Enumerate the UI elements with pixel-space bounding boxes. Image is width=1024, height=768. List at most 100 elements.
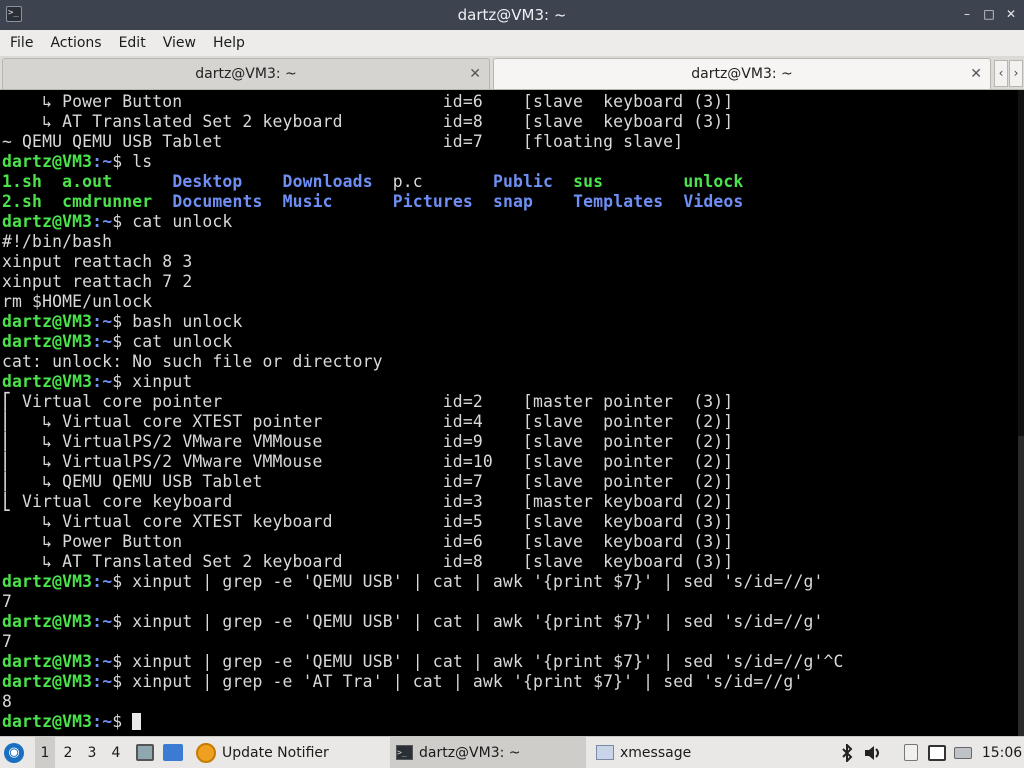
prompt-symbol: $ — [112, 372, 133, 391]
terminal-output-line: ↳ Power Button id=6 [slave keyboard (3)] — [2, 92, 734, 111]
tab-scroll-right-icon[interactable]: › — [1009, 60, 1023, 87]
terminal-output-line: ↳ Power Button id=6 [slave keyboard (3)] — [2, 532, 734, 551]
prompt-symbol: $ — [112, 312, 133, 331]
terminal-output-line: ~ QEMU QEMU USB Tablet id=7 [floating sl… — [2, 132, 684, 151]
task-terminal[interactable]: >_ dartz@VM3: ~ — [390, 737, 586, 768]
terminal-command-line: dartz@VM3:~$ ls — [2, 152, 844, 172]
workspace-3[interactable]: 3 — [82, 737, 102, 768]
prompt-user: dartz@VM3 — [2, 372, 93, 391]
maximize-icon[interactable]: □ — [982, 7, 996, 21]
prompt-path: :~ — [92, 312, 113, 331]
terminal-command-line: dartz@VM3:~$ xinput — [2, 372, 844, 392]
close-icon[interactable]: ✕ — [1004, 7, 1018, 21]
ls-output-line: 1.sh a.out Desktop Downloads p.c Public … — [2, 172, 844, 192]
tab-scroll-left-icon[interactable]: ‹ — [994, 60, 1008, 87]
directory-entry: Downloads — [282, 172, 373, 191]
close-tab-icon[interactable]: ✕ — [469, 66, 481, 82]
command-text: xinput | grep -e 'AT Tra' | cat | awk '{… — [132, 672, 804, 691]
command-text: ls — [132, 152, 153, 171]
terminal-output[interactable]: ↳ Power Button id=6 [slave keyboard (3)]… — [0, 90, 1024, 736]
window-title: dartz@VM3: ~ — [457, 6, 567, 24]
terminal-output-line: cat: unlock: No such file or directory — [2, 352, 383, 371]
file-entry — [603, 172, 683, 191]
directory-entry: Templates — [573, 192, 664, 211]
scrollbar-thumb[interactable] — [1018, 436, 1024, 736]
menu-help[interactable]: Help — [206, 35, 252, 51]
file-manager-icon — [136, 744, 154, 761]
directory-entry: snap — [492, 192, 534, 211]
menu-bar: File Actions Edit View Help — [0, 30, 1024, 56]
prompt-user: dartz@VM3 — [2, 152, 93, 171]
menu-file[interactable]: File — [3, 35, 40, 51]
terminal-output-line: ⎜ ↳ QEMU QEMU USB Tablet id=7 [slave poi… — [2, 472, 734, 491]
executable-entry: a.out — [62, 172, 113, 191]
taskbar: ◉ 1 2 3 4 Update Notifier >_ dartz@VM3: … — [0, 736, 1024, 768]
terminal-output-line: 7 — [2, 592, 13, 611]
workspace-2[interactable]: 2 — [58, 737, 78, 768]
drive-glyph — [954, 746, 972, 759]
task-label: xmessage — [620, 744, 692, 761]
command-text: xinput | grep -e 'QEMU USB' | cat | awk … — [132, 572, 824, 591]
network-icon[interactable] — [926, 737, 948, 768]
text-cursor[interactable] — [132, 713, 142, 730]
terminal-command-line: dartz@VM3:~$ xinput | grep -e 'QEMU USB'… — [2, 572, 844, 592]
start-menu-button[interactable]: ◉ — [4, 737, 28, 768]
terminal-output-line: xinput reattach 8 3 — [2, 252, 193, 271]
terminal-lines: ↳ Power Button id=6 [slave keyboard (3)]… — [2, 92, 844, 732]
clipboard-icon[interactable] — [900, 737, 922, 768]
terminal-command-line: dartz@VM3:~$ — [2, 712, 844, 732]
menu-view[interactable]: View — [156, 35, 203, 51]
clock[interactable]: 15:06 — [980, 737, 1024, 768]
update-notifier-icon — [196, 742, 216, 763]
file-entry — [333, 192, 393, 211]
volume-icon[interactable] — [862, 737, 884, 768]
terminal-output-line: ⎜ ↳ Virtual core XTEST pointer id=4 [sla… — [2, 412, 734, 431]
terminal-command-line: dartz@VM3:~$ cat unlock — [2, 212, 844, 232]
clipboard-glyph — [904, 744, 918, 761]
prompt-path: :~ — [92, 152, 113, 171]
file-entry — [263, 192, 283, 211]
directory-entry: Pictures — [392, 192, 473, 211]
lubuntu-logo-icon: ◉ — [4, 742, 24, 763]
tab-terminal-1[interactable]: dartz@VM3: ~ ✕ — [2, 58, 490, 89]
file-entry — [42, 172, 62, 191]
tab-terminal-2[interactable]: dartz@VM3: ~ ✕ — [493, 58, 991, 89]
prompt-symbol: $ — [112, 332, 133, 351]
directory-entry: Videos — [683, 192, 744, 211]
file-entry — [42, 192, 62, 211]
terminal-output-line: ⎣ Virtual core keyboard id=3 [master key… — [2, 492, 734, 511]
menu-actions[interactable]: Actions — [43, 35, 108, 51]
executable-entry: unlock — [683, 172, 744, 191]
close-tab-icon[interactable]: ✕ — [970, 66, 982, 82]
show-desktop-icon — [163, 744, 183, 761]
prompt-symbol: $ — [112, 212, 133, 231]
ls-output-line: 2.sh cmdrunner Documents Music Pictures … — [2, 192, 844, 212]
prompt-path: :~ — [92, 572, 113, 591]
task-label: dartz@VM3: ~ — [419, 744, 521, 761]
tab-label: dartz@VM3: ~ — [195, 66, 297, 82]
file-entry — [112, 172, 172, 191]
executable-entry: 1.sh — [2, 172, 43, 191]
file-manager-launcher[interactable] — [134, 737, 156, 768]
window-titlebar[interactable]: >_ dartz@VM3: ~ – □ ✕ — [0, 0, 1024, 30]
menu-edit[interactable]: Edit — [112, 35, 153, 51]
removable-drive-icon[interactable] — [952, 737, 974, 768]
file-entry — [423, 172, 493, 191]
workspace-1[interactable]: 1 — [35, 737, 55, 768]
prompt-path: :~ — [92, 372, 113, 391]
terminal-output-line: #!/bin/bash — [2, 232, 113, 251]
prompt-user: dartz@VM3 — [2, 652, 93, 671]
terminal-scrollbar[interactable] — [1018, 90, 1024, 736]
bluetooth-icon[interactable] — [836, 737, 858, 768]
prompt-path: :~ — [92, 652, 113, 671]
file-entry — [533, 192, 573, 211]
network-glyph — [928, 744, 946, 761]
task-xmessage[interactable]: xmessage — [590, 737, 786, 768]
minimize-icon[interactable]: – — [960, 7, 974, 21]
terminal-icon[interactable]: >_ — [6, 6, 22, 22]
task-update-notifier[interactable]: Update Notifier — [190, 737, 386, 768]
terminal-output-line: ⎜ ↳ VirtualPS/2 VMware VMMouse id=10 [sl… — [2, 452, 734, 471]
command-text: xinput | grep -e 'QEMU USB' | cat | awk … — [132, 652, 844, 671]
workspace-4[interactable]: 4 — [106, 737, 126, 768]
show-desktop-launcher[interactable] — [162, 737, 184, 768]
